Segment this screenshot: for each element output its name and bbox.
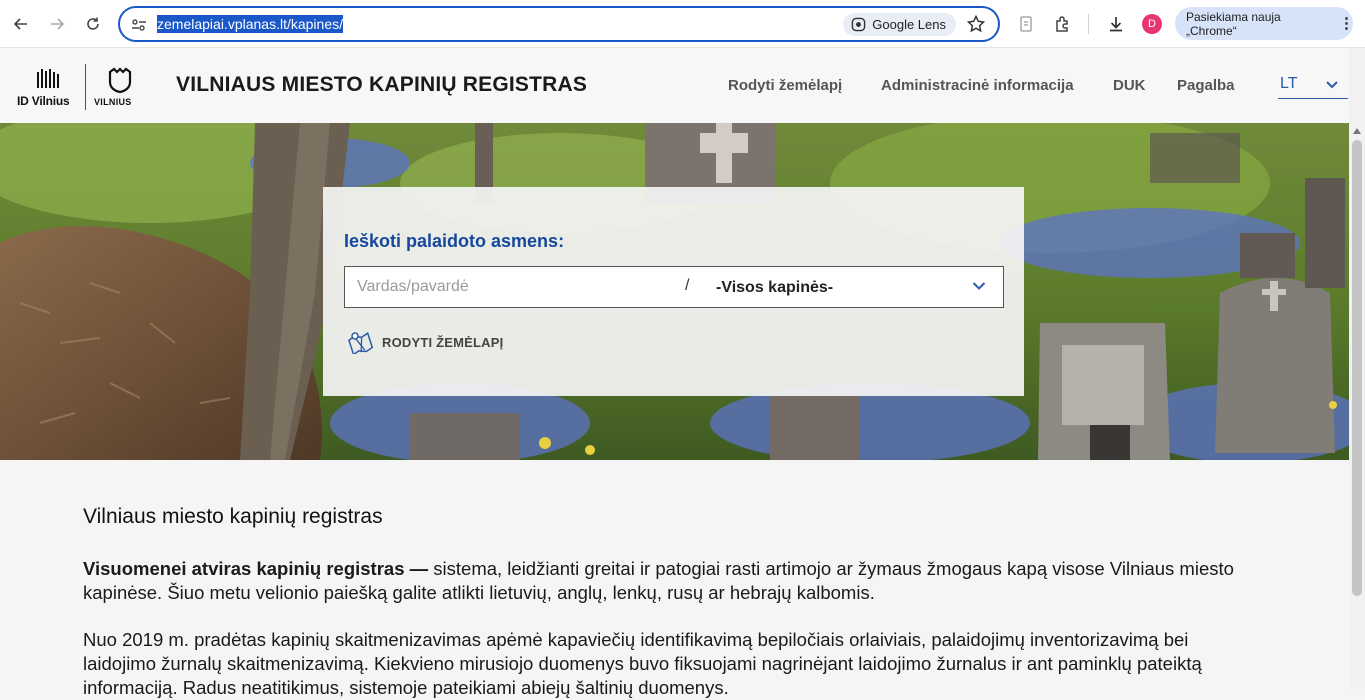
chrome-update-button[interactable]: Pasiekiama nauja „Chrome“ ⋮ (1175, 7, 1354, 40)
bookmark-star-icon[interactable] (966, 14, 986, 34)
content-heading: Vilniaus miesto kapinių registras (83, 505, 383, 528)
extension-icon[interactable] (1015, 13, 1037, 35)
lens-icon (851, 17, 866, 32)
forward-button[interactable] (43, 10, 71, 38)
scroll-up-arrow-icon[interactable] (1353, 128, 1361, 134)
document-icon (1020, 16, 1032, 32)
puzzle-icon (1056, 16, 1068, 32)
logo-divider (85, 64, 86, 110)
history-paragraph: Nuo 2019 m. pradėtas kapinių skaitmeniza… (83, 629, 1202, 698)
show-map-label: RODYTI ŽEMĖLAPĮ (382, 334, 504, 350)
language-value: LT (1280, 75, 1298, 92)
chevron-down-icon (972, 282, 986, 290)
intro-paragraph: Visuomenei atviras kapinių registras — s… (83, 557, 1263, 605)
back-button[interactable] (7, 10, 35, 38)
download-icon (1110, 17, 1122, 32)
more-menu-icon[interactable]: ⋮ (1339, 16, 1354, 31)
arrow-left-icon (13, 18, 27, 30)
vilnius-logo-text: VILNIUS (94, 97, 132, 107)
page-scrollbar[interactable] (1349, 48, 1365, 689)
nav-faq[interactable]: DUK (1113, 77, 1146, 94)
reload-icon (87, 17, 99, 30)
chevron-down-icon (1326, 81, 1338, 89)
search-box: / -Visos kapinės- (344, 266, 1004, 308)
arrow-right-icon (51, 18, 65, 30)
vilnius-crest-icon (108, 67, 132, 94)
page-title: VILNIAUS MIESTO KAPINIŲ REGISTRAS (176, 73, 588, 96)
toolbar-separator (1088, 14, 1089, 34)
address-bar[interactable]: zemelapiai.vplanas.lt/kapines/ Google Le… (118, 6, 1000, 42)
map-pin-icon (348, 332, 373, 354)
site-settings-icon[interactable] (130, 16, 148, 34)
cemetery-select[interactable]: -Visos kapinės- (685, 267, 1003, 307)
search-panel: Ieškoti palaidoto asmens: / -Visos kapin… (323, 187, 1024, 396)
downloads-button[interactable] (1105, 13, 1127, 35)
id-vilnius-logo[interactable]: ID Vilnius (17, 66, 79, 110)
intro-bold: Visuomenei atviras kapinių registras — (83, 558, 429, 579)
hero-banner: Ieškoti palaidoto asmens: / -Visos kapin… (0, 123, 1349, 460)
vilnius-logo[interactable]: VILNIUS (92, 66, 148, 110)
update-label: Pasiekiama nauja „Chrome“ (1186, 9, 1281, 38)
language-select[interactable]: LT (1278, 75, 1348, 99)
reload-button[interactable] (79, 10, 107, 38)
lens-label: Google Lens (872, 17, 946, 32)
profile-avatar[interactable]: D (1142, 14, 1162, 34)
search-heading: Ieškoti palaidoto asmens: (344, 231, 565, 251)
show-map-link[interactable]: RODYTI ŽEMĖLAPĮ (347, 330, 503, 354)
nav-help[interactable]: Pagalba (1177, 77, 1235, 94)
extensions-button[interactable] (1052, 13, 1074, 35)
google-lens-button[interactable]: Google Lens (843, 13, 956, 36)
id-vilnius-logo-icon (37, 69, 59, 88)
id-vilnius-logo-text: ID Vilnius (17, 94, 70, 108)
browser-toolbar: zemelapiai.vplanas.lt/kapines/ Google Le… (0, 0, 1365, 48)
cemetery-select-value: -Visos kapinės- (716, 279, 834, 296)
nav-show-map[interactable]: Rodyti žemėlapį (728, 77, 842, 94)
scrollbar-thumb[interactable] (1352, 140, 1362, 596)
nav-admin-info[interactable]: Administracinė informacija (881, 77, 1074, 94)
name-search-input[interactable] (345, 267, 675, 307)
url-text[interactable]: zemelapiai.vplanas.lt/kapines/ (157, 15, 343, 33)
main-content: Vilniaus miesto kapinių registras Visuom… (0, 460, 1349, 698)
site-header: ID Vilnius VILNIUS VILNIAUS MIESTO KAPIN… (0, 48, 1349, 123)
